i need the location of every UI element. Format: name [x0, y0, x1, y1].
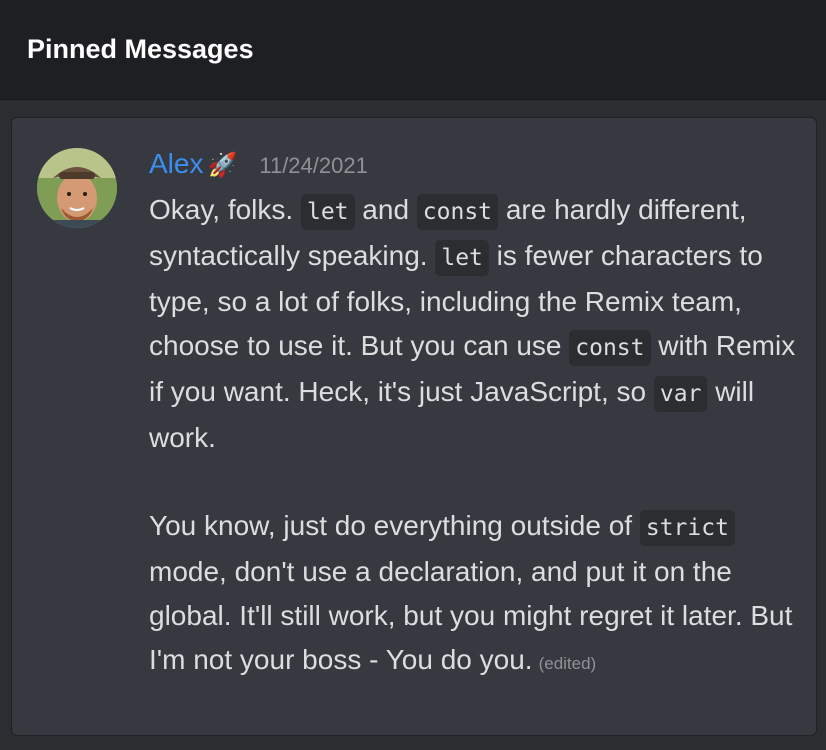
message-text: You know, just do everything outside of	[149, 510, 640, 541]
pinned-list: Alex 🚀 11/24/2021 Okay, folks. let and c…	[0, 100, 826, 750]
pinned-messages-header: Pinned Messages	[0, 0, 826, 100]
inline-code: var	[653, 376, 708, 412]
inline-code: strict	[639, 510, 735, 546]
avatar[interactable]	[37, 148, 117, 228]
edited-label: (edited)	[538, 654, 597, 673]
message-content: Okay, folks. let and const are hardly di…	[149, 188, 799, 686]
message-text: mode, don't use a declaration, and put i…	[149, 556, 793, 675]
message-paragraph-1: Okay, folks. let and const are hardly di…	[149, 188, 799, 460]
author-name[interactable]: Alex	[149, 148, 203, 180]
header-title: Pinned Messages	[27, 34, 254, 64]
inline-code: let	[435, 240, 489, 276]
message-timestamp[interactable]: 11/24/2021	[259, 153, 367, 179]
inline-code: const	[416, 194, 499, 230]
message-text: and	[354, 194, 417, 225]
pinned-message-card[interactable]: Alex 🚀 11/24/2021 Okay, folks. let and c…	[11, 117, 817, 736]
message-header: Alex 🚀 11/24/2021	[149, 148, 368, 184]
rocket-emoji-icon: 🚀	[207, 152, 238, 179]
avatar-image	[37, 148, 117, 228]
inline-code: let	[300, 194, 355, 230]
message-paragraph-2: You know, just do everything outside of …	[149, 504, 799, 686]
message-text: Okay, folks.	[149, 194, 301, 225]
inline-code: const	[569, 330, 651, 366]
